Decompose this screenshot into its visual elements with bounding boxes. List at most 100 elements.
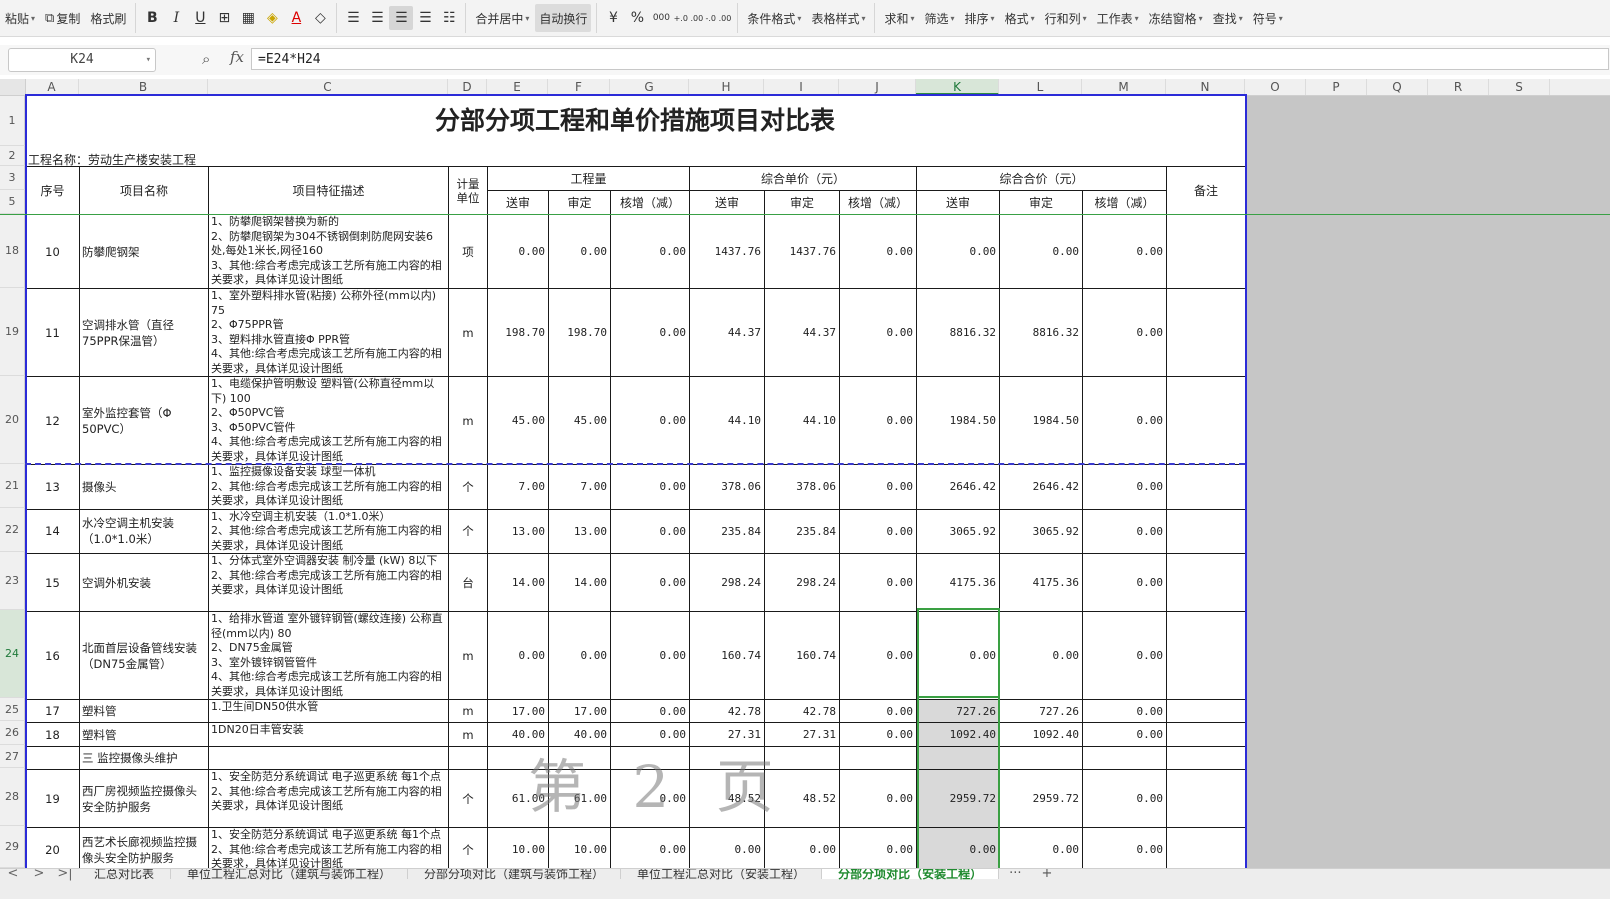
cell-price-adjust[interactable]: 0.00 <box>839 508 917 554</box>
cell-seq[interactable]: 18 <box>25 722 80 747</box>
cell-item-name[interactable]: 防攀爬钢架 <box>79 214 209 289</box>
cell-price-submitted[interactable]: 1437.76 <box>689 214 765 289</box>
cell-unit[interactable]: 台 <box>448 553 488 612</box>
cell-item-name[interactable]: 三 监控摄像头维护 <box>79 746 209 770</box>
cell-seq[interactable]: 15 <box>25 553 80 612</box>
cell-item-desc[interactable] <box>208 746 449 770</box>
cell-item-name[interactable]: 摄像头 <box>79 464 209 510</box>
cell-price-adjust[interactable]: 0.00 <box>839 288 917 377</box>
row-header-5[interactable]: 5 <box>0 190 25 214</box>
cell-qty-submitted[interactable]: 10.00 <box>487 827 549 873</box>
cell-price-submitted[interactable]: 160.74 <box>689 611 765 700</box>
cell-qty-approved[interactable]: 14.00 <box>548 553 611 612</box>
cell-remark[interactable] <box>1166 464 1246 510</box>
cell-item-name[interactable]: 西厂房视频监控摄像头安全防护服务 <box>79 769 209 828</box>
cell-price-approved[interactable]: 44.10 <box>764 376 840 465</box>
cell-qty-submitted[interactable]: 198.70 <box>487 288 549 377</box>
column-header-g[interactable]: G <box>610 79 689 95</box>
column-header-h[interactable]: H <box>689 79 764 95</box>
row-header-26[interactable]: 26 <box>0 721 25 745</box>
header-approved[interactable]: 审定 <box>999 190 1083 215</box>
thousands-separator-button[interactable]: 000 <box>649 6 673 30</box>
cell-remark[interactable] <box>1166 769 1246 828</box>
cell-total-adjust[interactable]: 0.00 <box>1082 214 1167 289</box>
find-button[interactable]: 查找 ▾ <box>1209 4 1247 32</box>
cell-seq[interactable]: 10 <box>25 214 80 289</box>
cell-total-submitted[interactable]: 0.00 <box>916 214 1000 289</box>
cell-price-submitted[interactable]: 378.06 <box>689 464 765 510</box>
last-sheet-icon[interactable]: >| <box>52 869 78 880</box>
row-header-18[interactable]: 18 <box>0 214 25 288</box>
row-header-19[interactable]: 19 <box>0 288 25 376</box>
header-submitted[interactable]: 送审 <box>689 190 765 215</box>
cell-item-desc[interactable]: 1、监控摄像设备安装 球型一体机 2、其他:综合考虑完成该工艺所有施工内容的相关… <box>208 464 449 510</box>
merge-center-button[interactable]: 合并居中 ▾ <box>471 4 533 32</box>
row-header-2[interactable]: 2 <box>0 146 25 166</box>
header-item-name[interactable]: 项目名称 <box>79 166 209 215</box>
freeze-panes-button[interactable]: 冻结窗格 ▾ <box>1145 4 1207 32</box>
row-header-24[interactable]: 24 <box>0 610 25 698</box>
sheet-tab[interactable]: 分部分项对比（建筑与装饰工程） <box>408 869 622 880</box>
column-header-n[interactable]: N <box>1166 79 1245 95</box>
cell-total-adjust[interactable]: 0.00 <box>1082 827 1167 873</box>
filter-button[interactable]: 筛选 ▾ <box>921 4 959 32</box>
cell-qty-approved[interactable]: 7.00 <box>548 464 611 510</box>
cell-remark[interactable] <box>1166 553 1246 612</box>
cell-seq[interactable]: 20 <box>25 827 80 873</box>
cell-seq[interactable]: 14 <box>25 508 80 554</box>
cell-total-adjust[interactable]: 0.00 <box>1082 508 1167 554</box>
cell-qty-submitted[interactable]: 7.00 <box>487 464 549 510</box>
header-submitted[interactable]: 送审 <box>487 190 549 215</box>
cell-price-adjust[interactable] <box>839 746 917 770</box>
cell-remark[interactable] <box>1166 746 1246 770</box>
cell-unit[interactable] <box>448 746 488 770</box>
zoom-lens-icon[interactable]: ⌕ <box>202 50 210 68</box>
cell-qty-adjust[interactable]: 0.00 <box>610 288 690 377</box>
column-header-l[interactable]: L <box>999 79 1082 95</box>
formula-input[interactable]: =E24*H24 <box>251 48 1609 70</box>
prev-sheet-icon[interactable]: < <box>0 869 26 880</box>
cell-item-desc[interactable]: 1、给排水管道 室外镀锌钢管(螺纹连接) 公称直径(mm以内) 80 2、DN7… <box>208 611 449 700</box>
align-right-icon[interactable]: ☰ <box>389 6 414 30</box>
cell-unit[interactable]: m <box>448 611 488 700</box>
cell-total-adjust[interactable] <box>1082 746 1167 770</box>
cell-price-approved[interactable]: 235.84 <box>764 508 840 554</box>
bold-button[interactable]: B <box>140 6 164 30</box>
cell-price-approved[interactable]: 298.24 <box>764 553 840 612</box>
header-approved[interactable]: 审定 <box>764 190 840 215</box>
header-unit[interactable]: 计量单位 <box>448 166 488 215</box>
cell-price-approved[interactable]: 1437.76 <box>764 214 840 289</box>
cell-item-desc[interactable]: 1、防攀爬钢架替换为新的 2、防攀爬钢架为304不锈钢倒刺防爬网安装6处,每处1… <box>208 214 449 289</box>
cell-total-adjust[interactable]: 0.00 <box>1082 288 1167 377</box>
cell-total-adjust[interactable]: 0.00 <box>1082 553 1167 612</box>
cell-style-icon[interactable]: ▦ <box>236 6 260 30</box>
sort-button[interactable]: 排序 ▾ <box>961 4 999 32</box>
cell-remark[interactable] <box>1166 699 1246 723</box>
format-painter-button[interactable]: 格式刷 <box>86 4 130 32</box>
currency-icon[interactable]: ¥ <box>601 6 625 30</box>
cell-qty-adjust[interactable]: 0.00 <box>610 553 690 612</box>
column-header-a[interactable]: A <box>25 79 79 95</box>
cell-item-name[interactable]: 水冷空调主机安装（1.0*1.0米） <box>79 508 209 554</box>
cell-qty-approved[interactable]: 10.00 <box>548 827 611 873</box>
cell-item-name[interactable]: 塑料管 <box>79 699 209 723</box>
cell-qty-adjust[interactable]: 0.00 <box>610 464 690 510</box>
cell-qty-adjust[interactable]: 0.00 <box>610 611 690 700</box>
cell-remark[interactable] <box>1166 827 1246 873</box>
cell-seq[interactable] <box>25 746 80 770</box>
cell-total-approved[interactable]: 8816.32 <box>999 288 1083 377</box>
cell-price-submitted[interactable]: 42.78 <box>689 699 765 723</box>
header-unit-price[interactable]: 综合单价（元） <box>689 166 917 191</box>
cell-qty-approved[interactable]: 0.00 <box>548 214 611 289</box>
cell-unit[interactable]: m <box>448 722 488 747</box>
row-header-22[interactable]: 22 <box>0 508 25 552</box>
cell-qty-adjust[interactable]: 0.00 <box>610 376 690 465</box>
header-adjust[interactable]: 核增（减） <box>839 190 917 215</box>
row-header-20[interactable]: 20 <box>0 376 25 464</box>
cell-remark[interactable] <box>1166 722 1246 747</box>
row-header-29[interactable]: 29 <box>0 826 25 868</box>
active-cell-cursor[interactable] <box>917 608 1000 698</box>
name-box[interactable]: K24 ▾ <box>8 48 156 72</box>
cell-qty-approved[interactable]: 45.00 <box>548 376 611 465</box>
header-approved[interactable]: 审定 <box>548 190 611 215</box>
